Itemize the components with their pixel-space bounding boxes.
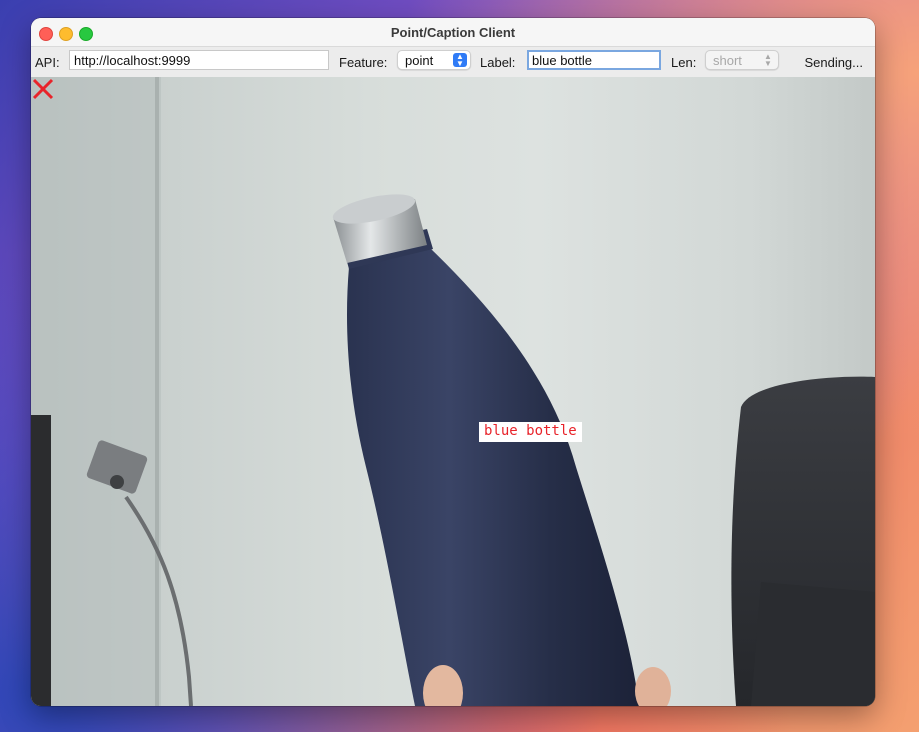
len-select[interactable]: short ▲ ▼ xyxy=(705,50,779,70)
title-bar[interactable]: Point/Caption Client xyxy=(31,18,875,47)
point-annotation-label: blue bottle xyxy=(479,422,582,442)
api-label: API: xyxy=(35,55,60,70)
app-window: Point/Caption Client API: Feature: point… xyxy=(31,18,875,706)
label-field-label: Label: xyxy=(480,55,516,70)
camera-feed[interactable]: blue bottle xyxy=(31,77,875,706)
point-marker-icon xyxy=(32,78,54,100)
label-input[interactable] xyxy=(527,50,661,70)
status-text: Sending... xyxy=(804,55,863,70)
camera-frame-image xyxy=(31,77,875,706)
api-url-input[interactable] xyxy=(69,50,329,70)
window-title: Point/Caption Client xyxy=(390,25,516,40)
len-label: Len: xyxy=(671,55,697,70)
feature-label: Feature: xyxy=(339,55,388,70)
len-select-value: short xyxy=(713,53,742,68)
updown-chevron-icon: ▲ ▼ xyxy=(764,52,772,68)
feature-select[interactable]: point ▲ ▼ xyxy=(397,50,471,70)
feature-select-value: point xyxy=(405,53,434,68)
toolbar: API: Feature: point ▲▼ Label: Len: short… xyxy=(31,47,875,77)
updown-chevron-icon: ▲ ▼ xyxy=(453,53,467,68)
